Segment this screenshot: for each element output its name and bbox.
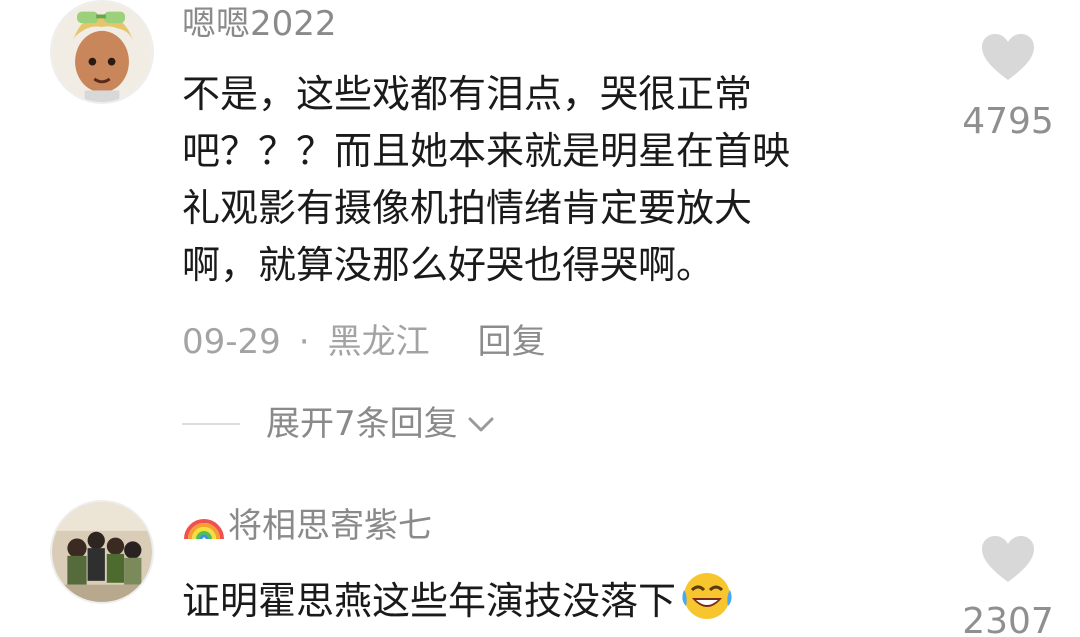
reply-button[interactable]: 回复: [478, 322, 546, 362]
comment-text-line: 啊，就算没那么好哭也得哭啊。: [182, 243, 715, 287]
comment-text-line: 礼观影有摄像机拍情绪肯定要放大: [182, 186, 753, 230]
avatar[interactable]: [50, 500, 154, 604]
comment-text-line: 不是，这些戏都有泪点，哭很正常: [182, 72, 753, 116]
rainbow-icon: [182, 507, 226, 541]
username[interactable]: 嗯嗯2022: [182, 4, 337, 44]
username[interactable]: 将相思寄紫七: [182, 506, 432, 546]
rolling-laughing-emoji-icon: [678, 570, 736, 622]
expand-replies-button[interactable]: 展开7条回复: [182, 404, 496, 444]
comment-text: 证明霍思燕这些年演技没落下: [182, 570, 736, 630]
divider: [182, 423, 240, 425]
username-text: 将相思寄紫七: [228, 506, 432, 546]
comment-text: 不是，这些戏都有泪点，哭很正常 吧？？？而且她本来就是明星在首映 礼观影有摄像机…: [182, 66, 790, 294]
comment-location: 黑龙江: [327, 322, 430, 362]
heart-icon[interactable]: [980, 32, 1036, 82]
like-count: 2307: [962, 601, 1054, 637]
comment-text-line: 吧？？？而且她本来就是明星在首映: [182, 129, 791, 173]
comment-meta: 09-29 · 黑龙江 回复: [182, 322, 546, 362]
heart-icon[interactable]: [980, 534, 1036, 584]
like-count: 4795: [962, 101, 1054, 142]
comment-date: 09-29: [182, 322, 281, 362]
expand-replies-label: 展开7条回复: [266, 404, 458, 444]
meta-separator: ·: [298, 322, 310, 362]
comment-list: 嗯嗯2022 不是，这些戏都有泪点，哭很正常 吧？？？而且她本来就是明星在首映 …: [0, 0, 1080, 637]
comment-text-line: 证明霍思燕这些年演技没落下: [182, 579, 677, 623]
avatar[interactable]: [50, 0, 154, 104]
chevron-down-icon: [466, 412, 496, 436]
